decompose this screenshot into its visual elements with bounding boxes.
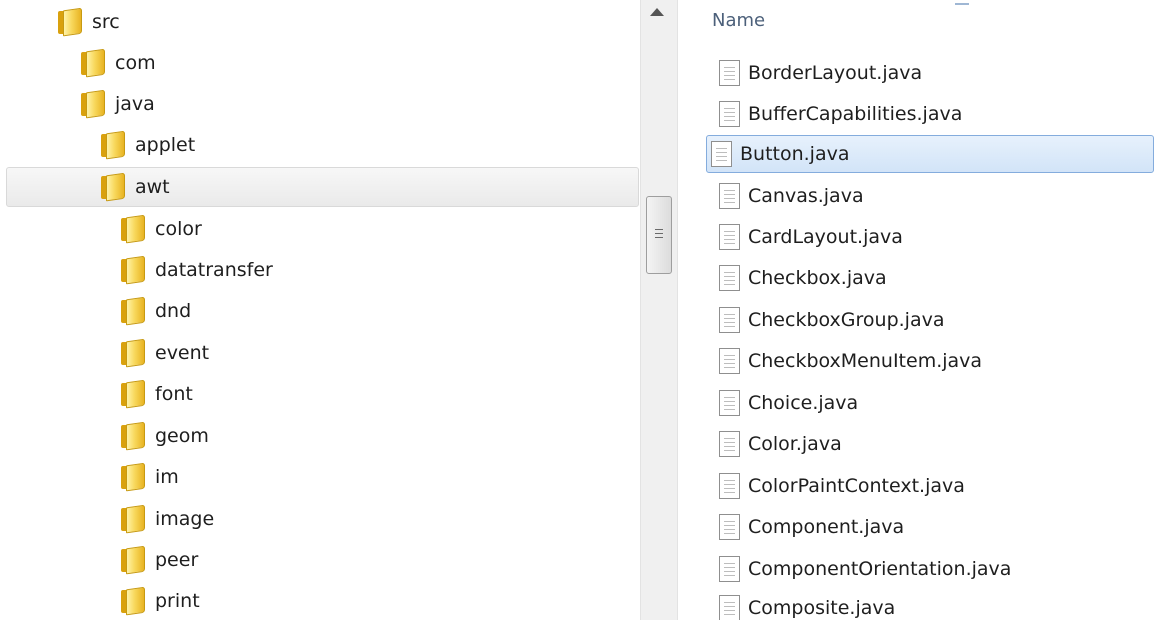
tree-item-font[interactable]: font bbox=[120, 374, 193, 414]
tree-item-label: awt bbox=[135, 176, 170, 198]
folder-icon bbox=[120, 462, 146, 492]
folder-icon bbox=[57, 7, 83, 37]
tree-item-dnd[interactable]: dnd bbox=[120, 291, 191, 331]
java-file-icon bbox=[719, 595, 740, 620]
tree-item-com[interactable]: com bbox=[80, 43, 156, 83]
tree-item-im[interactable]: im bbox=[120, 457, 179, 497]
file-item[interactable]: CheckboxGroup.java bbox=[711, 301, 945, 339]
java-file-icon bbox=[719, 390, 740, 416]
tree-item-label: geom bbox=[155, 425, 209, 447]
tree-item-label: applet bbox=[135, 134, 196, 156]
folder-icon bbox=[120, 545, 146, 575]
file-item[interactable]: Component.java bbox=[711, 508, 904, 546]
tree-item-label: event bbox=[155, 342, 210, 364]
folder-icon bbox=[120, 338, 146, 368]
folder-icon bbox=[120, 379, 146, 409]
tree-item-label: dnd bbox=[155, 300, 192, 322]
folder-icon bbox=[120, 255, 146, 285]
file-item[interactable]: ColorPaintContext.java bbox=[711, 467, 965, 505]
java-file-icon bbox=[719, 101, 740, 127]
tree-item-src[interactable]: src bbox=[57, 2, 120, 42]
tree-item-peer[interactable]: peer bbox=[120, 540, 198, 580]
tree-item-label: datatransfer bbox=[155, 259, 273, 281]
java-file-icon bbox=[719, 224, 740, 250]
tree-item-awt[interactable]: awt bbox=[6, 167, 639, 207]
name-column-header[interactable]: Name bbox=[712, 10, 765, 31]
folder-icon bbox=[100, 172, 126, 202]
folder-icon bbox=[100, 130, 126, 160]
file-item[interactable]: ComponentOrientation.java bbox=[711, 550, 1011, 588]
tree-item-java[interactable]: java bbox=[80, 84, 155, 124]
scroll-up-arrow-icon[interactable] bbox=[650, 8, 664, 16]
tree-item-label: com bbox=[115, 52, 156, 74]
tree-item-label: image bbox=[155, 508, 215, 530]
tree-item-label: print bbox=[155, 590, 200, 612]
file-name: CardLayout.java bbox=[748, 226, 903, 248]
file-name: Choice.java bbox=[748, 392, 859, 414]
tree-item-image[interactable]: image bbox=[120, 499, 214, 539]
folder-icon bbox=[80, 89, 106, 119]
tree-item-applet[interactable]: applet bbox=[100, 125, 195, 165]
file-name: Button.java bbox=[740, 143, 850, 165]
tree-item-label: im bbox=[155, 466, 179, 488]
file-name: Component.java bbox=[748, 516, 905, 538]
file-item[interactable]: CardLayout.java bbox=[711, 218, 903, 256]
folder-icon bbox=[120, 214, 146, 244]
java-file-icon bbox=[719, 183, 740, 209]
java-file-icon bbox=[719, 431, 740, 457]
file-name: ComponentOrientation.java bbox=[748, 558, 1012, 580]
tree-item-label: color bbox=[155, 218, 202, 240]
folder-icon bbox=[120, 296, 146, 326]
file-name: Canvas.java bbox=[748, 185, 864, 207]
tree-item-print[interactable]: print bbox=[120, 581, 200, 620]
file-name: BufferCapabilities.java bbox=[748, 103, 963, 125]
file-item-selected[interactable]: Button.java bbox=[706, 135, 1154, 173]
file-item[interactable]: CheckboxMenuItem.java bbox=[711, 342, 982, 380]
java-file-icon bbox=[719, 348, 740, 374]
java-file-icon bbox=[719, 556, 740, 582]
java-file-icon bbox=[719, 60, 740, 86]
folder-icon bbox=[80, 48, 106, 78]
navigation-tree: src com java applet awt color datatransf… bbox=[0, 0, 640, 620]
file-name: Color.java bbox=[748, 433, 842, 455]
file-item[interactable]: Checkbox.java bbox=[711, 259, 887, 297]
tree-item-datatransfer[interactable]: datatransfer bbox=[120, 250, 273, 290]
java-file-icon bbox=[719, 514, 740, 540]
explorer-window: src com java applet awt color datatransf… bbox=[0, 0, 1156, 620]
scrollbar-thumb[interactable] bbox=[646, 196, 672, 274]
file-item[interactable]: BufferCapabilities.java bbox=[711, 95, 962, 133]
file-name: ColorPaintContext.java bbox=[748, 475, 965, 497]
java-file-icon bbox=[711, 141, 732, 167]
tree-item-label: src bbox=[92, 11, 120, 33]
file-name: Composite.java bbox=[748, 597, 896, 619]
folder-icon bbox=[120, 504, 146, 534]
file-name: Checkbox.java bbox=[748, 267, 887, 289]
file-list-pane: Name BorderLayout.java BufferCapabilitie… bbox=[679, 0, 1156, 620]
tree-item-label: java bbox=[115, 93, 155, 115]
file-item[interactable]: BorderLayout.java bbox=[711, 54, 922, 92]
java-file-icon bbox=[719, 265, 740, 291]
tree-item-color[interactable]: color bbox=[120, 209, 202, 249]
column-resize-handle[interactable] bbox=[955, 0, 969, 5]
tree-item-label: font bbox=[155, 383, 193, 405]
java-file-icon bbox=[719, 307, 740, 333]
file-item[interactable]: Canvas.java bbox=[711, 177, 864, 215]
file-item[interactable]: Composite.java bbox=[711, 589, 895, 620]
folder-icon bbox=[120, 421, 146, 451]
folder-icon bbox=[120, 586, 146, 616]
tree-item-geom[interactable]: geom bbox=[120, 416, 209, 456]
file-name: CheckboxMenuItem.java bbox=[748, 350, 983, 372]
file-item[interactable]: Color.java bbox=[711, 425, 842, 463]
tree-item-label: peer bbox=[155, 549, 199, 571]
file-item[interactable]: Choice.java bbox=[711, 384, 858, 422]
file-name: BorderLayout.java bbox=[748, 62, 923, 84]
java-file-icon bbox=[719, 473, 740, 499]
tree-item-event[interactable]: event bbox=[120, 333, 209, 373]
file-name: CheckboxGroup.java bbox=[748, 309, 945, 331]
tree-scrollbar[interactable] bbox=[640, 0, 678, 620]
